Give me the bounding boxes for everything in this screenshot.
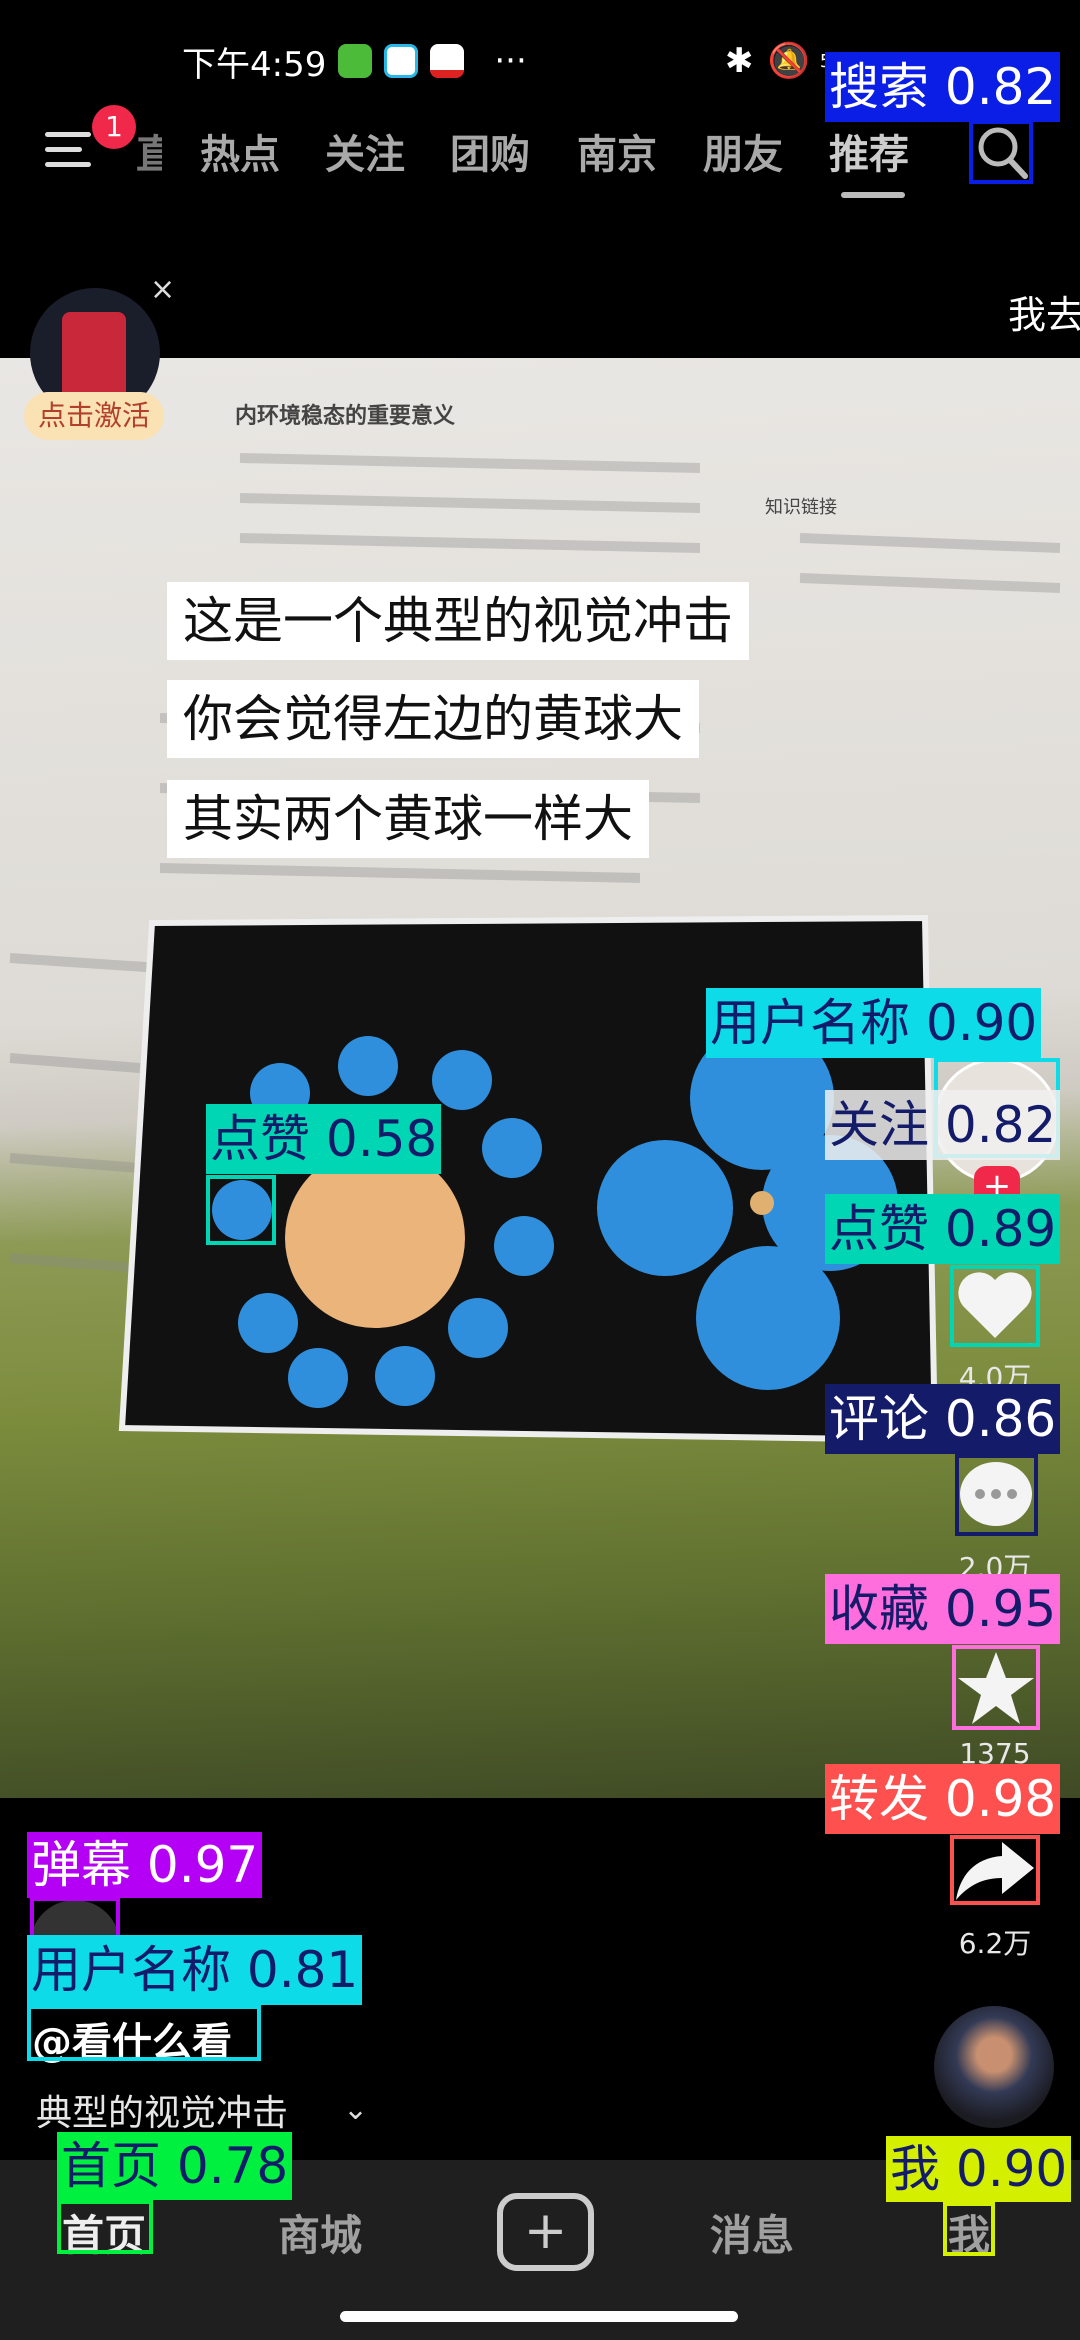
tab-friends[interactable]: 朋友 [703, 122, 783, 180]
bluetooth-icon: ✱ [725, 41, 754, 81]
tab-hot[interactable]: 热点 [200, 122, 280, 180]
create-plus-button[interactable]: + [497, 2193, 594, 2271]
active-tab-indicator [841, 192, 905, 198]
tab-recommend[interactable]: 推荐 [829, 122, 909, 180]
detection-box-me [943, 2202, 995, 2256]
share-count: 6.2万 [958, 1927, 1032, 1960]
video-caption[interactable]: 典型的视觉冲击 [36, 2084, 288, 2136]
detection-box-author [27, 2005, 261, 2061]
nav-messages[interactable]: 消息 [710, 2202, 794, 2263]
detection-box-like [950, 1265, 1040, 1347]
activate-pill[interactable]: 点击激活 [24, 392, 164, 440]
detection-box-share [950, 1835, 1040, 1905]
detection-label-comment: 评论 0.86 [825, 1384, 1061, 1454]
detection-label-me: 我 0.90 [886, 2136, 1072, 2202]
mute-icon: 🔕 [767, 41, 810, 81]
detection-label-search: 搜索 0.82 [825, 52, 1061, 122]
detection-label-like-false: 点赞 0.58 [206, 1104, 442, 1174]
app-notification-icon [338, 44, 373, 78]
app-notification-icon [430, 44, 465, 78]
app-notification-icon [384, 44, 419, 78]
red-envelope-icon [62, 312, 126, 402]
detection-box-like-false [206, 1175, 276, 1245]
more-notifications: ··· [494, 41, 527, 81]
music-avatar[interactable] [934, 2006, 1054, 2128]
status-time: 下午4:59 [182, 44, 327, 85]
detection-label-like: 点赞 0.89 [825, 1194, 1061, 1264]
marquee-text: 我去 [1008, 293, 1080, 337]
close-icon[interactable]: × [150, 272, 175, 307]
detection-label-follow: 关注 0.82 [825, 1090, 1061, 1160]
detection-box-favorite [952, 1645, 1040, 1730]
detection-label-home: 首页 0.78 [57, 2132, 293, 2200]
notification-badge: 1 [92, 105, 136, 149]
detection-box-home [57, 2200, 153, 2254]
detection-label-favorite: 收藏 0.95 [825, 1574, 1061, 1644]
tab-following[interactable]: 关注 [325, 122, 405, 180]
detection-label-author: 用户名称 0.81 [27, 1935, 363, 2005]
detection-label-danmaku: 弹幕 0.97 [27, 1832, 263, 1898]
status-bar-left: 下午4:59 ··· [182, 36, 527, 86]
detection-label-share: 转发 0.98 [825, 1764, 1061, 1834]
tab-partial[interactable]: 直 [136, 122, 162, 180]
detection-label-username: 用户名称 0.90 [706, 988, 1042, 1058]
detection-box-search [969, 120, 1033, 184]
detection-box-comment [955, 1454, 1038, 1536]
expand-chevron-icon[interactable]: ⌄ [343, 2092, 368, 2127]
tab-group-buy[interactable]: 团购 [450, 122, 530, 180]
tab-nanjing[interactable]: 南京 [577, 122, 657, 180]
menu-button[interactable] [45, 132, 91, 168]
nav-mall[interactable]: 商城 [278, 2202, 362, 2263]
home-indicator[interactable] [340, 2311, 738, 2322]
